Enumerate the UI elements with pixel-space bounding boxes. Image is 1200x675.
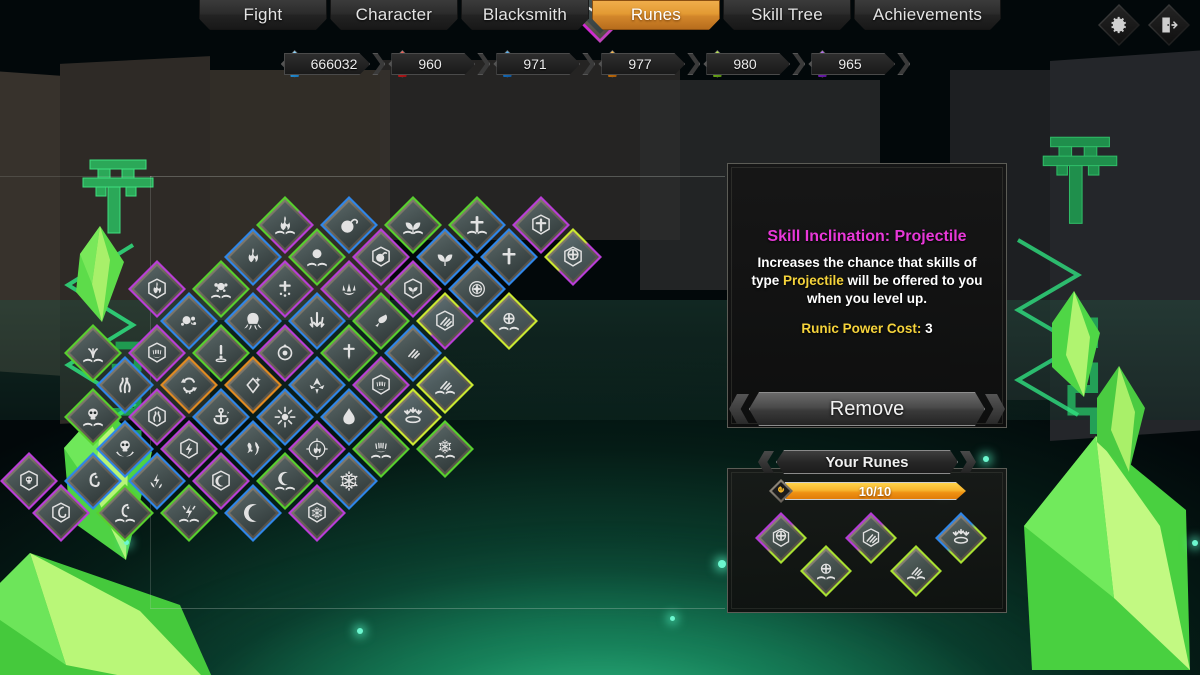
resource-orange-shard: 977 xyxy=(598,49,701,79)
cost-value: 3 xyxy=(925,320,933,336)
book-snowflake-icon xyxy=(435,439,455,459)
shield-hook-icon xyxy=(52,502,70,523)
resource-chevron-icon xyxy=(687,53,701,75)
tab-label: Achievements xyxy=(872,4,983,24)
resource-value: 971 xyxy=(523,56,547,72)
rune-cell[interactable] xyxy=(224,484,282,542)
button-wing-right xyxy=(985,394,1005,424)
resource-red-shard: 960 xyxy=(388,49,491,79)
gear-icon xyxy=(1111,16,1126,34)
resource-chevron-icon xyxy=(897,53,911,75)
shield-plus-icon xyxy=(564,246,582,267)
resource-bar: 666032 960 971 977 980 965 xyxy=(0,48,1200,80)
resource-chevron-icon xyxy=(372,53,386,75)
corner-button-group[interactable] xyxy=(1098,4,1190,46)
book-bolt-icon xyxy=(179,504,199,523)
exit-door-icon xyxy=(1162,17,1178,33)
rune-cell[interactable] xyxy=(480,292,538,350)
resource-value: 977 xyxy=(628,56,652,72)
rune-power-cost: Runic Power Cost: 3 xyxy=(728,321,1006,336)
book-plus-star-icon xyxy=(817,563,835,580)
equipped-rune-3[interactable] xyxy=(935,512,987,564)
book-plus-star-icon xyxy=(499,312,519,331)
remove-button-label: Remove xyxy=(829,397,905,420)
rune-detail-panel: Skill Inclination: Projectile Increases … xyxy=(727,163,1007,428)
resource-purple-shard: 965 xyxy=(808,49,911,79)
rune-detail-title: Skill Inclination: Projectile xyxy=(767,228,967,245)
resource-value: 965 xyxy=(838,56,862,72)
button-wing-left xyxy=(729,394,749,424)
tab-achievements[interactable]: Achievements xyxy=(854,0,1001,30)
book-streaks-icon xyxy=(907,567,925,580)
equipped-rune-5[interactable] xyxy=(890,545,942,597)
rune-grid[interactable] xyxy=(0,0,1200,675)
shield-plus-icon xyxy=(772,528,790,548)
remove-rune-button[interactable]: Remove xyxy=(727,392,1007,426)
rune-cell[interactable] xyxy=(96,484,154,542)
resource-value: 980 xyxy=(733,56,757,72)
tab-label: Fight xyxy=(243,4,283,24)
tab-blacksmith[interactable]: Blacksmith xyxy=(461,0,589,30)
rune-cell[interactable] xyxy=(160,484,218,542)
tab-character[interactable]: Character xyxy=(330,0,458,30)
rune-cell[interactable] xyxy=(544,228,602,286)
tab-label: Skill Tree xyxy=(750,4,823,24)
main-nav-tabs[interactable]: Fight Character Blacksmith Runes Skill Tree A… xyxy=(0,0,1200,32)
book-hook-icon xyxy=(115,503,135,523)
tab-runes[interactable]: Runes xyxy=(592,0,720,30)
rune-detail-description: Increases the chance that skills of type… xyxy=(746,254,988,309)
tab-fight[interactable]: Fight xyxy=(199,0,327,30)
rune-cell[interactable] xyxy=(288,484,346,542)
shield-streaks-icon xyxy=(862,528,880,548)
rune-cell[interactable] xyxy=(32,484,90,542)
runic-power-value: 10/10 xyxy=(858,483,892,499)
resource-value: 666032 xyxy=(310,56,358,72)
tab-label: Runes xyxy=(630,5,681,24)
tab-label: Character xyxy=(355,4,433,24)
your-runes-title: Your Runes xyxy=(825,453,909,471)
impact-ring-icon xyxy=(952,528,970,544)
resource-chevron-icon xyxy=(477,53,491,75)
runic-power-bar: 10/10 xyxy=(769,479,965,503)
tab-label: Blacksmith xyxy=(482,4,567,24)
resource-value: 960 xyxy=(418,56,442,72)
desc-highlight: Projectile xyxy=(782,273,844,289)
tab-skill-tree[interactable]: Skill Tree xyxy=(723,0,851,30)
rune-cell[interactable] xyxy=(416,420,474,478)
your-runes-header: Your Runes xyxy=(758,450,976,474)
exit-button[interactable] xyxy=(1148,4,1190,46)
resource-chevron-icon xyxy=(582,53,596,75)
resource-gold: 666032 xyxy=(280,49,386,79)
shield-snowflake-icon xyxy=(308,502,326,523)
resource-blue-shard: 971 xyxy=(493,49,596,79)
moon-icon xyxy=(243,504,257,522)
equipped-rune-4[interactable] xyxy=(800,545,852,597)
resource-green-shard: 980 xyxy=(703,49,806,79)
resource-chevron-icon xyxy=(792,53,806,75)
settings-button[interactable] xyxy=(1098,4,1140,46)
cost-label: Runic Power Cost: xyxy=(801,320,922,336)
